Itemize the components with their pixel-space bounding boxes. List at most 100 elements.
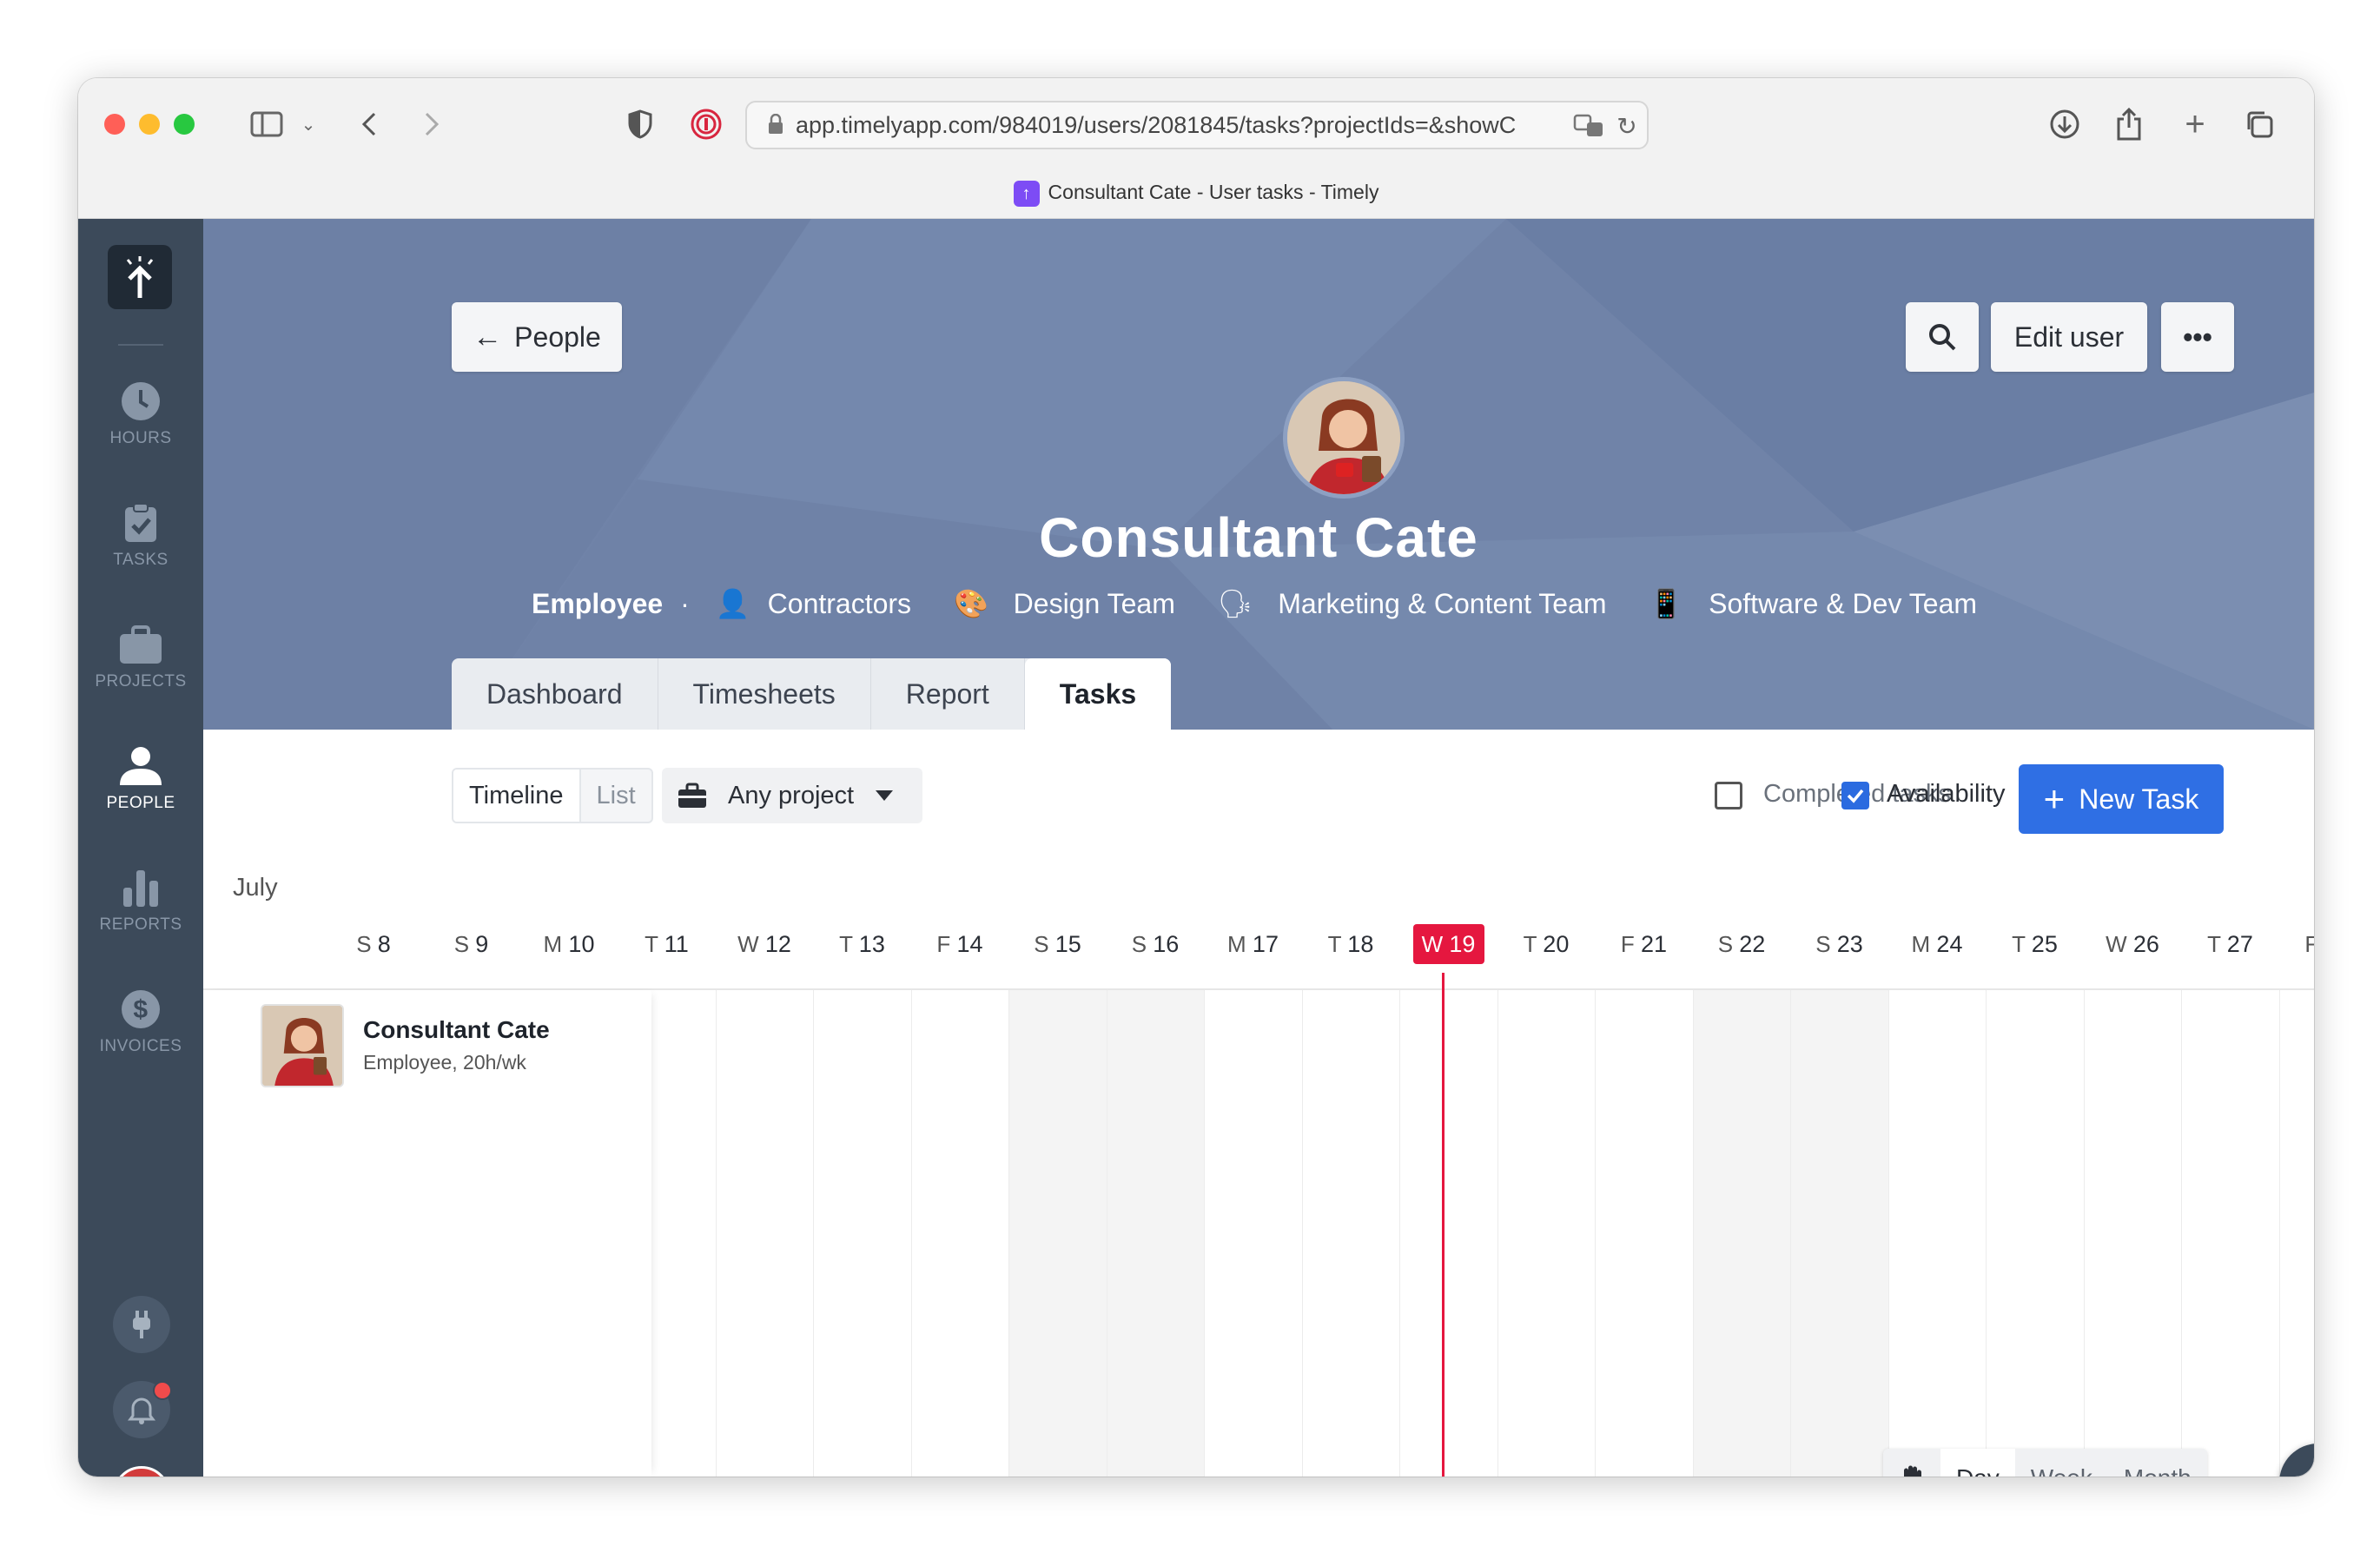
timeline-day-20: T 20 <box>1523 931 1570 957</box>
day-gridline <box>1790 990 1792 1477</box>
sidebar-toggle-icon[interactable] <box>247 104 287 144</box>
team-design[interactable]: 🎨 Design Team <box>945 588 1184 619</box>
app-sidebar: HOURS TASKS PROJECTS PEOPLE REPORTS $ IN… <box>78 219 203 1477</box>
reload-icon[interactable]: ↻ <box>1607 106 1647 146</box>
tab-report[interactable]: Report <box>871 658 1025 730</box>
user-name: Consultant Cate <box>1039 506 1478 569</box>
new-task-label: New Task <box>2079 783 2199 815</box>
timeline-view-button[interactable]: Timeline <box>453 770 581 822</box>
tab-dashboard[interactable]: Dashboard <box>452 658 658 730</box>
pan-hand-button[interactable] <box>1883 1449 1940 1477</box>
arrow-left-icon: ← <box>473 320 503 353</box>
completed-tasks-checkbox[interactable] <box>1715 782 1742 809</box>
timeline-day-13: T 13 <box>839 931 885 957</box>
user-avatar <box>1283 377 1405 499</box>
tabs-overview-icon[interactable] <box>2239 104 2279 144</box>
profile-tabs: Dashboard Timesheets Report Tasks <box>452 658 1172 730</box>
translate-icon[interactable] <box>1569 106 1609 146</box>
timeline-day-26: W 26 <box>2106 931 2159 957</box>
header-pattern <box>203 219 2314 730</box>
project-filter-dropdown[interactable]: Any project <box>662 768 922 823</box>
timely-favicon-icon: ↑ <box>1013 181 1040 207</box>
clipboard-check-icon <box>125 503 156 542</box>
back-to-people-button[interactable]: ← People <box>452 302 622 372</box>
more-options-button[interactable]: ••• <box>2161 302 2234 372</box>
user-row-name[interactable]: Consultant Cate <box>363 1016 550 1044</box>
timely-logo-icon[interactable] <box>108 245 172 309</box>
sidebar-item-invoices[interactable]: $ INVOICES <box>78 988 203 1056</box>
day-gridline <box>910 990 912 1477</box>
team-contractors[interactable]: 👤 Contractors <box>707 588 920 619</box>
day-gridline <box>715 990 717 1477</box>
separator-dot: · <box>680 588 690 619</box>
phone-emoji-icon: 📱 <box>1649 588 1684 619</box>
day-gridline <box>1497 990 1498 1477</box>
tab-tasks[interactable]: Tasks <box>1024 658 1172 730</box>
zoom-window-button[interactable] <box>174 114 195 135</box>
current-user-avatar[interactable] <box>113 1466 170 1477</box>
zoom-month-button[interactable]: Month <box>2108 1449 2207 1477</box>
shield-icon[interactable] <box>620 104 660 144</box>
timeline-day-17: M 17 <box>1227 931 1279 957</box>
zoom-week-button[interactable]: Week <box>2015 1449 2108 1477</box>
team-software[interactable]: 📱 Software & Dev Team <box>1640 588 1986 619</box>
weekend-column <box>1790 990 1888 1477</box>
user-row-capacity: Employee, 20h/wk <box>363 1051 526 1074</box>
timeline-day-11: T 11 <box>645 931 689 957</box>
timeline-day-14: F 14 <box>936 931 983 957</box>
user-role: Employee <box>531 588 664 619</box>
timeline-day-23: S 23 <box>1815 931 1863 957</box>
close-window-button[interactable] <box>104 114 125 135</box>
availability-checkbox[interactable] <box>1841 782 1869 809</box>
browser-tab[interactable]: ↑ Consultant Cate - User tasks - Timely <box>78 181 2314 207</box>
timeline-day-9: S 9 <box>453 931 489 957</box>
address-bar[interactable]: app.timelyapp.com/984019/users/2081845/t… <box>745 101 1649 149</box>
new-tab-icon[interactable]: + <box>2175 104 2215 144</box>
edit-user-button[interactable]: Edit user <box>1991 302 2147 372</box>
weekend-column <box>1692 990 1791 1477</box>
timeline-day-27: T 27 <box>2207 931 2253 957</box>
chevron-down-icon[interactable]: ⌄ <box>288 104 328 144</box>
team-marketing[interactable]: 🗣 Marketing & Content Team <box>1209 588 1616 619</box>
sidebar-item-tasks[interactable]: TASKS <box>78 502 203 570</box>
download-icon[interactable] <box>2045 104 2085 144</box>
list-view-button[interactable]: List <box>581 770 651 822</box>
day-gridline <box>2181 990 2183 1477</box>
integrations-plug-icon[interactable] <box>113 1296 170 1353</box>
password-manager-icon[interactable] <box>686 104 726 144</box>
help-button[interactable]: ? <box>2279 1444 2314 1477</box>
profile-header: ← People Edit user ••• Consultant Cate E… <box>203 219 2314 730</box>
day-gridline <box>1595 990 1597 1477</box>
back-arrow-icon[interactable] <box>349 104 389 144</box>
tab-timesheets[interactable]: Timesheets <box>658 658 871 730</box>
timeline-day-15: S 15 <box>1034 931 1081 957</box>
new-task-button[interactable]: + New Task <box>2019 764 2224 834</box>
timeline-day-header: S 8 S 9 M 10 T 11 W 12 T 13 F 14 S 15 S 16 M 17 T … <box>203 924 2314 975</box>
day-gridline <box>1692 990 1694 1477</box>
briefcase-icon <box>678 783 706 808</box>
briefcase-icon <box>120 625 162 664</box>
zoom-day-button[interactable]: Day <box>1940 1449 2015 1477</box>
plus-icon: + <box>2043 778 2066 819</box>
sidebar-item-label: PROJECTS <box>95 672 187 690</box>
sidebar-item-label: REPORTS <box>99 915 182 934</box>
forward-arrow-icon[interactable] <box>412 104 452 144</box>
svg-text:$: $ <box>133 995 148 1024</box>
day-gridline <box>813 990 815 1477</box>
notification-badge <box>153 1381 172 1400</box>
sidebar-item-reports[interactable]: REPORTS <box>78 867 203 935</box>
sidebar-item-label: PEOPLE <box>106 794 175 812</box>
search-button[interactable] <box>1906 302 1979 372</box>
minimize-window-button[interactable] <box>139 114 160 135</box>
project-filter-value: Any project <box>728 781 855 809</box>
sidebar-item-hours[interactable]: HOURS <box>78 380 203 448</box>
sidebar-item-people[interactable]: PEOPLE <box>78 745 203 813</box>
sidebar-item-label: INVOICES <box>99 1037 182 1055</box>
timeline-day-18: T 18 <box>1327 931 1374 957</box>
person-icon <box>120 747 162 785</box>
view-toggle: Timeline List <box>452 768 653 823</box>
sidebar-item-label: TASKS <box>113 551 169 569</box>
lock-icon <box>769 114 783 134</box>
sidebar-item-projects[interactable]: PROJECTS <box>78 624 203 691</box>
share-icon[interactable] <box>2109 104 2149 144</box>
